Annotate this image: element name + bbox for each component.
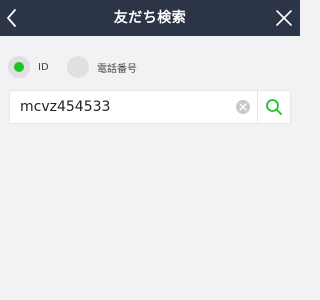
search-type-id-option[interactable]: ID: [8, 54, 49, 80]
close-button[interactable]: [274, 8, 294, 28]
back-button[interactable]: [4, 6, 20, 30]
search-type-phone-label: 電話番号: [97, 63, 137, 75]
radio-button-phone[interactable]: [67, 56, 89, 78]
search-button[interactable]: [258, 91, 290, 123]
clear-button[interactable]: [236, 100, 250, 114]
radio-button-id[interactable]: [8, 56, 30, 78]
radio-selected-dot: [14, 62, 24, 72]
search-type-phone-option[interactable]: 電話番号: [67, 54, 137, 80]
search-type-selector: ID 電話番号: [0, 54, 300, 80]
search-icon: [266, 99, 282, 115]
search-type-id-label: ID: [38, 61, 49, 73]
friend-search-screen: 友だち検索 ID 電話番号: [0, 0, 300, 300]
close-icon: [276, 10, 292, 26]
search-field-container: [9, 90, 291, 124]
search-input[interactable]: [20, 91, 230, 123]
chevron-left-icon: [7, 9, 16, 27]
clear-icon: [239, 103, 247, 111]
header-bar: 友だち検索: [0, 0, 300, 36]
page-title: 友だち検索: [113, 10, 187, 26]
